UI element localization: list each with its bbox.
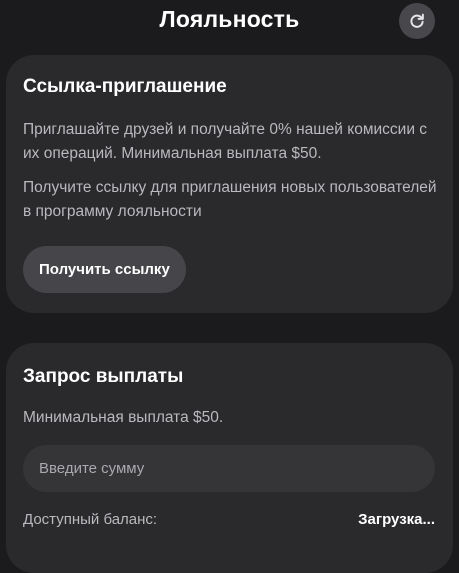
amount-input[interactable] — [23, 445, 435, 492]
min-payout-text: Минимальная выплата $50. — [23, 409, 224, 426]
invite-link-card: Ссылка-приглашение Приглашайте друзей и … — [6, 55, 453, 313]
invite-card-title: Ссылка-приглашение — [23, 76, 227, 97]
page-title: Лояльность — [159, 6, 300, 32]
get-link-button[interactable]: Получить ссылку — [23, 246, 186, 293]
invite-hint: Получите ссылку для приглашения новых по… — [23, 179, 437, 220]
payout-card-title: Запрос выплаты — [23, 366, 184, 387]
invite-description: Приглашайте друзей и получайте 0% нашей … — [23, 121, 428, 162]
refresh-button[interactable] — [399, 3, 435, 39]
header: Лояльность — [0, 0, 459, 44]
refresh-icon — [410, 13, 424, 28]
balance-label: Доступный баланс: — [23, 511, 158, 528]
balance-value: Загрузка... — [358, 511, 435, 528]
